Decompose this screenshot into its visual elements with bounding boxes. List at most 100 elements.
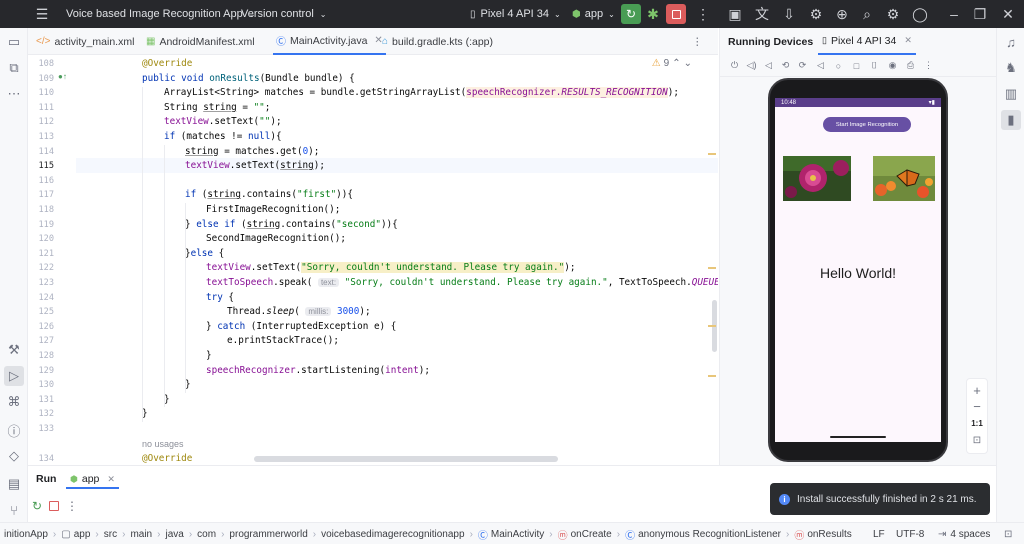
run-tool-icon[interactable]: ▷ <box>4 366 24 386</box>
screenrecord-icon[interactable]: ◉ <box>886 59 899 72</box>
account-icon[interactable]: ◯ <box>910 4 930 24</box>
search-icon[interactable]: ⌕ <box>857 4 877 24</box>
settings-gear-icon[interactable]: ⚙ <box>883 4 903 24</box>
run-config-selector[interactable]: ⬢ app ⌄ <box>572 0 615 28</box>
gesture-nav-bar[interactable] <box>830 436 886 438</box>
device-tab[interactable]: ▯ Pixel 4 API 34 ✕ <box>818 28 916 55</box>
rerun-button[interactable]: ↻ <box>621 4 641 24</box>
volume-down-icon[interactable]: ◁ <box>762 59 775 72</box>
rotate-right-icon[interactable]: ⟳ <box>796 59 809 72</box>
horizontal-scrollbar[interactable] <box>254 456 558 462</box>
problems-icon[interactable]: ⓘ <box>4 420 24 440</box>
breadcrumb-item[interactable]: MainActivity <box>491 529 544 540</box>
start-image-recognition-button[interactable]: Start Image Recognition <box>823 117 911 132</box>
gradle-sync-icon[interactable]: ⚙ <box>806 4 826 24</box>
snapshot-icon[interactable]: ⎙ <box>904 59 917 72</box>
code-line: String string = ""; <box>164 101 271 113</box>
running-devices-icon[interactable]: ▮ <box>1001 110 1021 130</box>
project-folder-icon[interactable]: ▭ <box>4 32 24 52</box>
code-with-me-icon[interactable]: ⊕ <box>832 4 852 24</box>
screenshot-icon[interactable]: ⌷ <box>868 59 881 72</box>
terminal-icon[interactable]: ▤ <box>4 474 24 494</box>
code-line: } <box>142 408 148 420</box>
line-number: 109 <box>38 73 54 84</box>
tab-activity-main[interactable]: </> activity_main.xml <box>36 28 134 55</box>
file-encoding[interactable]: UTF-8 <box>896 523 924 544</box>
stop-icon[interactable] <box>49 501 59 511</box>
devices-header: Running Devices ▯ Pixel 4 API 34 ✕ <box>720 28 997 55</box>
breadcrumb-item[interactable]: initionApp <box>4 529 48 540</box>
app-quality-icon[interactable]: ◇ <box>4 446 24 466</box>
debug-icon[interactable]: ✱ <box>643 4 663 24</box>
method-icon: ⓜ <box>794 530 805 542</box>
run-tab-app[interactable]: ⬢ app ✕ <box>66 471 119 489</box>
notifications-bell-icon[interactable]: ♫ <box>1001 32 1021 52</box>
run-tab-label: app <box>81 473 100 485</box>
breadcrumb-item[interactable]: com <box>197 529 216 540</box>
install-success-toast[interactable]: i Install successfully finished in 2 s 2… <box>770 483 990 515</box>
project-selector[interactable]: Voice based Image Recognition App ⌄ <box>66 0 255 28</box>
zoom-actual-size-button[interactable]: 1:1 <box>967 419 987 428</box>
device-manager-icon[interactable]: ▣ <box>725 4 745 24</box>
gradle-elephant-icon[interactable]: ♞ <box>1001 58 1021 78</box>
tab-main-activity[interactable]: Ⓒ MainActivity.java ✕ <box>273 28 386 55</box>
more-actions-icon[interactable]: ⋮ <box>693 4 713 24</box>
tab-build-gradle[interactable]: ⌂ build.gradle.kts (:app) <box>382 28 493 55</box>
override-marker-icon[interactable]: ●↑ <box>58 72 67 81</box>
rotate-left-icon[interactable]: ⟲ <box>779 59 792 72</box>
editor-tabs: </> activity_main.xml ▦ AndroidManifest.… <box>28 28 718 55</box>
home-icon[interactable]: ○ <box>832 59 845 72</box>
rerun-icon[interactable]: ↻ <box>30 499 44 513</box>
close-icon[interactable]: ✕ <box>998 4 1018 24</box>
tab-overflow-menu[interactable]: ⋮ <box>692 28 703 55</box>
breadcrumb-item[interactable]: programmerworld <box>229 529 307 540</box>
code-area[interactable]: @Override public void onResults(Bundle b… <box>76 55 718 465</box>
read-only-lock-icon[interactable]: ⊡ <box>1004 523 1012 544</box>
device-selector[interactable]: ▯ Pixel 4 API 34 ⌄ <box>470 0 561 28</box>
breadcrumb-item[interactable]: java <box>165 529 183 540</box>
more-options-icon[interactable]: ⋮ <box>66 499 78 513</box>
back-icon[interactable]: ◁ <box>814 59 827 72</box>
zoom-in-button[interactable]: + <box>967 383 987 398</box>
vcs-selector[interactable]: Version control ⌄ <box>241 0 326 28</box>
build-hammer-icon[interactable]: ⚒ <box>4 340 24 360</box>
volume-up-icon[interactable]: ◁) <box>745 59 758 72</box>
resource-manager-icon[interactable]: ⧉ <box>4 58 24 78</box>
tab-android-manifest[interactable]: ▦ AndroidManifest.xml <box>146 28 255 55</box>
overview-icon[interactable]: □ <box>850 59 863 72</box>
more-tools-icon[interactable]: ⋯ <box>4 84 24 104</box>
breadcrumb-item[interactable]: onCreate <box>571 529 612 540</box>
stop-button[interactable] <box>666 4 686 24</box>
run-title: Run <box>36 473 57 485</box>
version-control-icon[interactable]: ⑂ <box>4 500 24 520</box>
xml-file-icon: </> <box>36 36 51 47</box>
line-separator[interactable]: LF <box>873 523 885 544</box>
breadcrumb-item[interactable]: anonymous RecognitionListener <box>638 529 781 540</box>
code-line: string = matches.get(0); <box>185 145 320 157</box>
main-menu-icon[interactable]: ☰ <box>32 4 52 24</box>
app-inspection-icon[interactable]: ⌘ <box>4 392 24 412</box>
usages-hint[interactable]: no usages <box>142 437 184 452</box>
restore-icon[interactable]: ❐ <box>970 4 990 24</box>
breadcrumb-item[interactable]: onResults <box>807 529 851 540</box>
close-tab-icon[interactable]: ✕ <box>904 35 912 46</box>
breadcrumb-item[interactable]: main <box>130 529 152 540</box>
code-editor[interactable]: 108 109 110 111 112 113 114 115 116 117 118 119 120 1… <box>28 55 718 465</box>
more-options-icon[interactable]: ⋮ <box>922 59 935 72</box>
line-number: 132 <box>38 409 54 420</box>
fit-screen-icon[interactable]: ⊡ <box>967 435 987 446</box>
breadcrumb-item[interactable]: app <box>74 529 91 540</box>
power-icon[interactable]: ⏻ <box>728 59 741 72</box>
minimize-icon[interactable]: – <box>944 4 964 24</box>
breadcrumb-item[interactable]: voicebasedimagerecognitionapp <box>321 529 464 540</box>
translations-icon[interactable]: 文 <box>752 4 772 24</box>
sdk-manager-icon[interactable]: ⇩ <box>779 4 799 24</box>
device-explorer-icon[interactable]: ▥ <box>1001 84 1021 104</box>
zoom-out-button[interactable]: − <box>967 399 987 414</box>
breadcrumb-item[interactable]: src <box>104 529 117 540</box>
emulator-screen[interactable]: 10:48 ▾▮ Start Image Recognition Hello W… <box>775 98 941 442</box>
close-tab-icon[interactable]: ✕ <box>107 474 115 485</box>
indent-setting[interactable]: ⇥ 4 spaces <box>938 523 990 544</box>
module-icon: ▢ <box>61 528 71 540</box>
tab-label: AndroidManifest.xml <box>159 35 255 48</box>
